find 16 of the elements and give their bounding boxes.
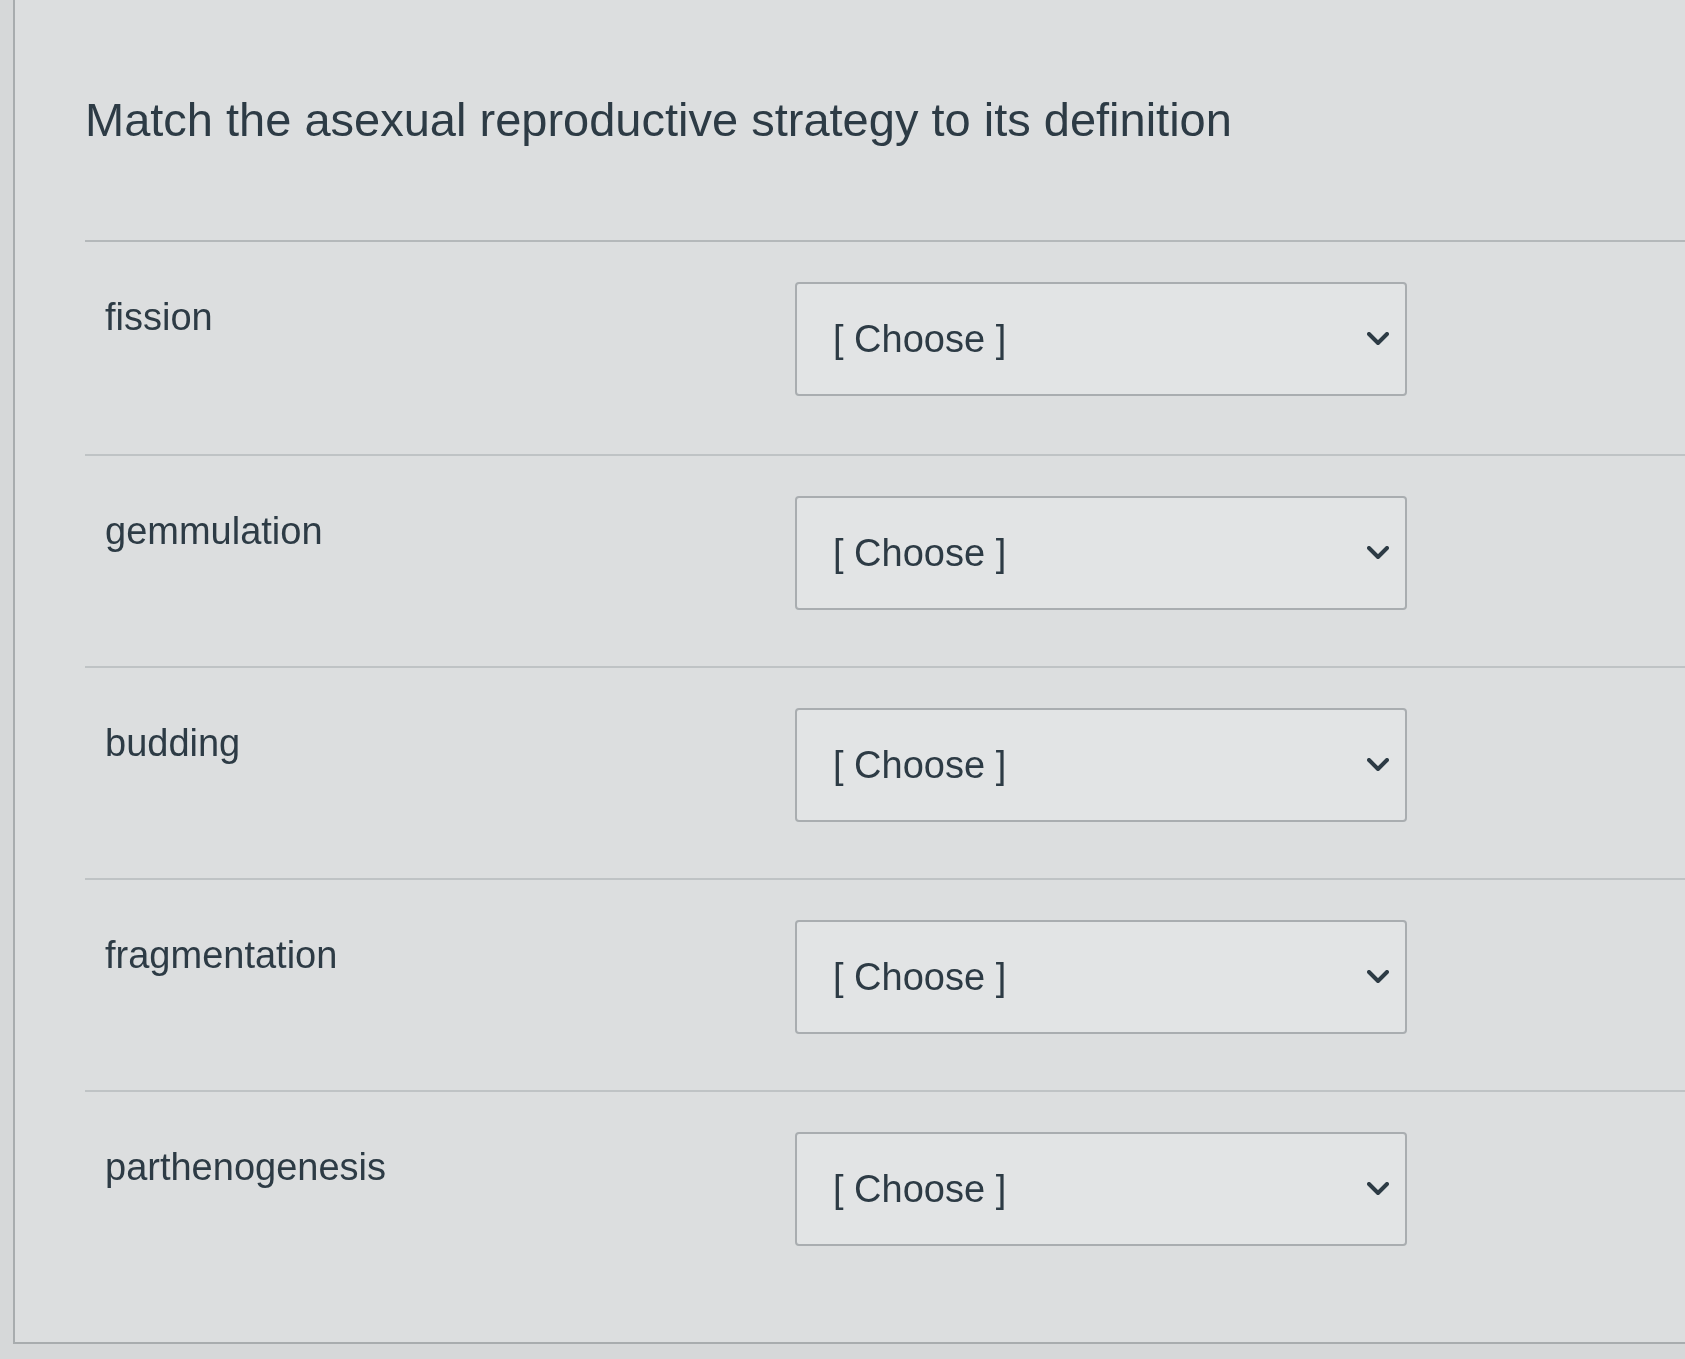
choice-dropdown[interactable]: [ Choose ] xyxy=(795,496,1407,610)
chevron-down-icon xyxy=(1367,758,1389,772)
question-title: Match the asexual reproductive strategy to its definition xyxy=(85,92,1232,148)
chevron-down-icon xyxy=(1367,970,1389,984)
term-label: parthenogenesis xyxy=(105,1146,386,1188)
choice-dropdown[interactable]: [ Choose ] xyxy=(795,1132,1407,1246)
chevron-down-icon xyxy=(1367,332,1389,346)
term-label: fission xyxy=(105,296,213,338)
chevron-down-icon xyxy=(1367,1182,1389,1196)
choice-dropdown[interactable]: [ Choose ] xyxy=(795,282,1407,396)
term-label: gemmulation xyxy=(105,510,323,552)
term-label: budding xyxy=(105,722,241,764)
choice-dropdown[interactable]: [ Choose ] xyxy=(795,708,1407,822)
term-label: fragmentation xyxy=(105,934,338,976)
chevron-down-icon xyxy=(1367,546,1389,560)
choice-dropdown[interactable]: [ Choose ] xyxy=(795,920,1407,1034)
